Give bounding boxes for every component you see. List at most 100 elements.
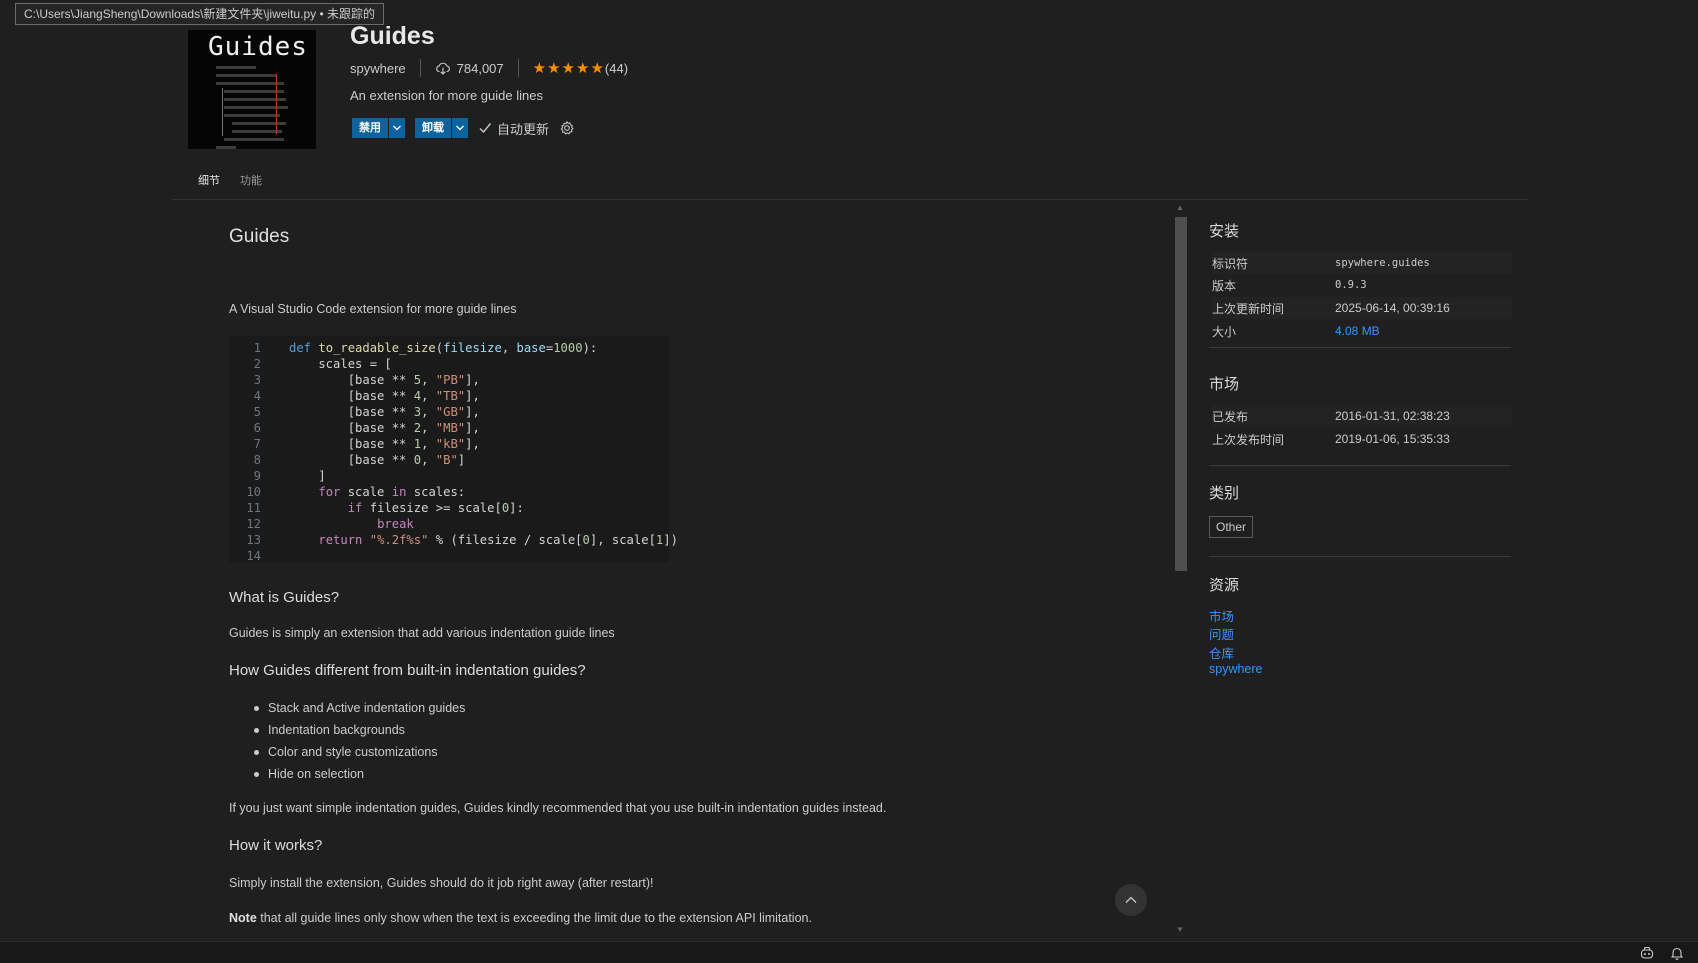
what-is-text: Guides is simply an extension that add v… [229,626,615,640]
resource-link-marketplace[interactable]: 市场 [1209,606,1234,625]
feature-list: Stack and Active indentation guides Inde… [250,697,465,785]
rating-stars[interactable]: ★ ★ ★ ★ ★ (44) [533,61,628,76]
categories-heading: 类别 [1209,485,1240,502]
logo-text: Guides [208,32,308,62]
tab-details[interactable]: 细节 [188,170,230,200]
chevron-down-icon [456,125,464,131]
code-line: 7 [base ** 1, "kB"], [253,437,480,451]
code-line: 1 def to_readable_size(filesize, base=100… [253,341,598,355]
scrollbar-thumb[interactable] [1175,217,1187,571]
extension-actions: 禁用 卸载 自动更新 [352,118,575,138]
note-label: Note [229,911,257,925]
code-line: 10 for scale in scales: [246,485,466,499]
extension-name: Guides [350,22,435,50]
scroll-up-arrow-icon[interactable]: ▲ [1176,203,1184,212]
published-value: 2016-01-31, 02:38:23 [1335,409,1450,423]
disable-dropdown-button[interactable] [389,118,405,138]
divider [1209,556,1511,557]
last-updated-value: 2025-06-14, 00:39:16 [1335,301,1450,315]
recommend-text: If you just want simple indentation guid… [229,801,887,815]
market-heading: 市场 [1209,376,1240,393]
version-row: 版本 0.9.3 [1212,278,1367,293]
list-item: Color and style customizations [250,741,465,763]
cloud-download-icon [435,62,450,75]
disable-button[interactable]: 禁用 [352,118,389,138]
divider [1209,347,1511,348]
chevron-down-icon [393,125,401,131]
rating-count: (44) [604,60,629,76]
star-icon: ★ [561,59,575,77]
scroll-to-top-button[interactable] [1115,884,1147,916]
publisher-link[interactable]: spywhere [350,61,406,76]
uninstall-button[interactable]: 卸载 [415,118,452,138]
scroll-down-arrow-icon[interactable]: ▼ [1176,925,1184,934]
code-line: 5 [base ** 3, "GB"], [253,405,480,419]
list-item: Indentation backgrounds [250,719,465,741]
resources-heading: 资源 [1209,577,1240,594]
last-updated-row: 上次更新时间 2025-06-14, 00:39:16 [1212,297,1512,319]
uninstall-dropdown-button[interactable] [452,118,468,138]
code-line: 9 ] [253,469,326,483]
code-lines: 1 def to_readable_size(filesize, base=100… [233,340,678,564]
auto-update-label: 自动更新 [497,121,550,137]
divider [172,199,1528,200]
star-icon: ★ [532,59,547,77]
download-count: 784,007 [456,60,504,76]
category-chip[interactable]: Other [1209,516,1254,538]
identifier-row: 标识符 spywhere.guides [1212,252,1512,274]
gear-icon[interactable] [559,120,575,136]
code-line: 4 [base ** 4, "TB"], [253,389,480,403]
how-works-text: Simply install the extension, Guides sho… [229,876,654,890]
last-released-row: 上次发布时间 2019-01-06, 15:35:33 [1212,432,1450,447]
file-path-tooltip: C:\Users\JiangSheng\Downloads\新建文件夹\jiwe… [15,3,384,25]
code-line: 3 [base ** 5, "PB"], [253,373,480,387]
resource-link-issues[interactable]: 问题 [1209,624,1234,643]
install-heading: 安装 [1209,223,1240,240]
heading-how-different: How Guides different from built-in inden… [229,662,586,679]
version-value: 0.9.3 [1335,279,1367,291]
heading-how-works: How it works? [229,837,323,854]
bell-icon[interactable] [1669,945,1685,961]
extension-details-page: { "tooltip": { "text": "C:\\Users\\Jiang… [0,0,1698,963]
code-line: 14 [246,549,261,563]
star-icon: ★ [547,59,561,77]
code-line: 8 [base ** 0, "B"] [253,453,466,467]
star-icon: ★ [576,59,590,77]
code-block: 1 def to_readable_size(filesize, base=100… [229,336,678,563]
extension-description: An extension for more guide lines [350,88,543,103]
size-link[interactable]: 4.08 MB [1335,324,1380,338]
identifier-value: spywhere.guides [1335,257,1430,269]
note-paragraph: Note that all guide lines only show when… [229,911,812,925]
extension-meta-row: spywhere 784,007 ★ ★ ★ ★ ★ (44) [350,58,628,78]
heading-what-is: What is Guides? [229,589,340,606]
code-line: 12 break [246,517,414,531]
code-line: 11 if filesize >= scale[0]: [246,501,524,515]
chevron-up-icon [1125,896,1137,903]
published-row: 已发布 2016-01-31, 02:38:23 [1212,405,1512,427]
list-item: Stack and Active indentation guides [250,697,465,719]
divider [517,59,519,77]
code-line: 2 scales = [ [253,357,392,371]
copilot-icon[interactable] [1639,945,1655,961]
code-line: 13 return "%.2f%s" % (filesize / scale[0… [246,533,678,547]
size-row: 大小 4.08 MB [1212,324,1380,339]
list-item: Hide on selection [250,763,465,785]
star-icon: ★ [590,59,604,77]
disable-split-button: 禁用 [352,118,405,138]
resource-link-repository[interactable]: 仓库 [1209,643,1234,662]
readme-intro: A Visual Studio Code extension for more … [229,302,517,316]
extension-logo: Guides [188,30,316,149]
divider [419,59,421,77]
readme-title: Guides [229,226,290,247]
detail-tabs: 细节 功能 [188,170,272,200]
code-line: 6 [base ** 2, "MB"], [253,421,480,435]
note-text: that all guide lines only show when the … [256,911,812,925]
status-bar [0,941,1698,963]
tab-features[interactable]: 功能 [230,170,272,200]
divider [1209,465,1511,466]
last-released-value: 2019-01-06, 15:35:33 [1335,432,1450,446]
uninstall-split-button: 卸载 [415,118,468,138]
auto-update-checkbox[interactable]: 自动更新 [478,119,549,138]
resource-link-publisher[interactable]: spywhere [1209,662,1263,676]
check-icon [478,121,492,135]
